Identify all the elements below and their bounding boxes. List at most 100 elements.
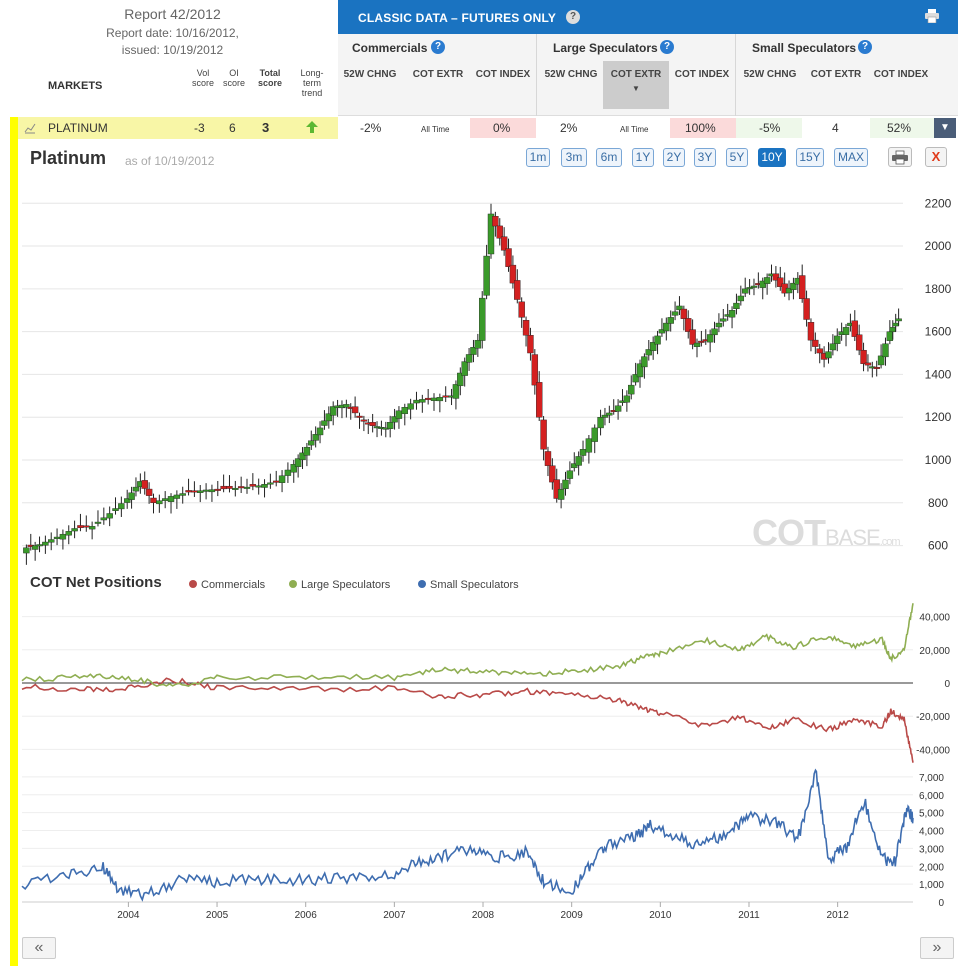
candle-body	[492, 216, 499, 227]
group-large-speculators: Large Speculators ? 52W CHNG COT EXTR ▼ …	[537, 34, 736, 116]
classic-help-icon[interactable]: ?	[566, 10, 580, 24]
close-chart-button[interactable]: X	[925, 147, 947, 167]
comm-52w-header[interactable]: 52W CHNG	[340, 68, 400, 82]
y-tick-label: -20,000	[916, 712, 950, 723]
classic-data-bar: CLASSIC DATA – FUTURES ONLY ?	[338, 0, 958, 34]
x-tick-label: 2011	[738, 910, 760, 921]
candle-body	[505, 248, 512, 267]
small-52w-value: -5%	[759, 121, 781, 135]
range-button[interactable]: MAX	[834, 148, 868, 167]
large-extr-header[interactable]: COT EXTR ▼	[603, 61, 669, 109]
large-index-header[interactable]: COT INDEX	[672, 68, 732, 82]
candle-body	[150, 497, 157, 503]
classic-data-title: CLASSIC DATA – FUTURES ONLY	[358, 11, 557, 25]
comm-index-header[interactable]: COT INDEX	[473, 68, 533, 82]
small-52w-header[interactable]: 52W CHNG	[740, 68, 800, 82]
candle-body	[395, 410, 403, 419]
total-score: 3	[262, 120, 270, 135]
series-line	[21, 768, 914, 902]
legend-small-speculators[interactable]: Small Speculators	[418, 579, 519, 591]
candle-body	[855, 334, 863, 351]
oi-score-header[interactable]: OI score	[220, 68, 248, 88]
group-title-large-speculators[interactable]: Large Speculators	[553, 41, 658, 55]
y-tick-label: 1200	[925, 410, 952, 424]
candle-body	[711, 328, 718, 336]
range-button[interactable]: 6m	[596, 148, 622, 167]
group-title-small-speculators[interactable]: Small Speculators	[752, 41, 856, 55]
print-icon[interactable]	[924, 9, 940, 23]
large-52w-header[interactable]: 52W CHNG	[541, 68, 601, 82]
x-tick-label: 2010	[649, 910, 672, 921]
small-extr-header[interactable]: COT EXTR	[806, 68, 866, 82]
legend-large-speculators[interactable]: Large Speculators	[289, 579, 390, 591]
candle-body	[220, 485, 227, 490]
candle-body	[316, 427, 324, 436]
candle-body	[88, 526, 96, 530]
price-chart[interactable]: 600 800 1000 1200 1400 1600 1800 2000 2200	[18, 180, 962, 565]
range-button[interactable]: 15Y	[796, 148, 824, 167]
range-button[interactable]: 3m	[561, 148, 587, 167]
candle-body	[23, 547, 30, 554]
markets-header[interactable]: MARKETS	[48, 80, 102, 92]
comm-extr-header[interactable]: COT EXTR	[408, 68, 468, 82]
market-name[interactable]: PLATINUM	[48, 121, 108, 135]
candle-body	[255, 485, 262, 488]
range-button[interactable]: 3Y	[694, 148, 716, 167]
vol-score-header[interactable]: Vol score	[188, 68, 218, 88]
watermark-main: COT	[752, 512, 826, 553]
group-headers: Commercials ? 52W CHNG COT EXTR COT INDE…	[338, 34, 958, 116]
candle-body	[864, 362, 872, 366]
legend-commercials[interactable]: Commercials	[189, 579, 265, 591]
candle-body	[156, 500, 163, 505]
small-index-header[interactable]: COT INDEX	[871, 68, 931, 82]
candle-body	[106, 513, 113, 519]
help-icon[interactable]: ?	[858, 40, 872, 54]
total-score-header[interactable]: Total score	[253, 68, 287, 88]
candle-body	[208, 489, 216, 493]
range-button[interactable]: 1Y	[632, 148, 654, 167]
help-icon[interactable]: ?	[660, 40, 674, 54]
candle-body	[698, 340, 705, 343]
large-extr-value: All Time	[620, 125, 649, 134]
legend-label: Commercials	[201, 579, 266, 591]
range-button[interactable]: 2Y	[663, 148, 685, 167]
legend-dot	[418, 580, 426, 588]
candle-body	[202, 489, 210, 492]
candle-body	[886, 331, 894, 341]
range-button[interactable]: 5Y	[726, 148, 748, 167]
print-chart-button[interactable]	[888, 147, 912, 167]
candle-body	[750, 285, 758, 288]
y-tick-label: 600	[928, 539, 948, 553]
help-icon[interactable]: ?	[431, 40, 445, 54]
candle-body	[562, 479, 569, 489]
range-button-active[interactable]: 10Y	[758, 148, 786, 167]
prev-button[interactable]: «	[22, 937, 56, 959]
group-title-commercials[interactable]: Commercials	[352, 41, 427, 55]
candle-body	[413, 399, 420, 404]
table-row[interactable]: PLATINUM -3 6 3	[10, 117, 338, 139]
candle-body	[312, 434, 319, 441]
cot-title: COT Net Positions	[30, 574, 162, 591]
candle-body	[474, 339, 482, 349]
candle-body	[53, 536, 61, 539]
long-term-trend-header[interactable]: Long-term trend	[295, 68, 329, 98]
candle-body	[895, 318, 902, 322]
candle-body	[243, 486, 251, 489]
candle-body	[118, 503, 125, 510]
candle-body	[514, 280, 521, 300]
candle-body	[308, 440, 315, 446]
candle-body	[671, 311, 679, 316]
next-button[interactable]: »	[920, 937, 954, 959]
range-button[interactable]: 1m	[526, 148, 550, 167]
sort-down-icon: ▼	[632, 84, 640, 93]
candle-body	[132, 486, 140, 492]
y-tick-label: 40,000	[919, 613, 950, 624]
candle-body	[267, 482, 274, 485]
row-dropdown-button[interactable]: ▼	[934, 118, 956, 138]
candle-body	[628, 384, 635, 395]
candle-body	[873, 367, 880, 369]
y-tick-label: 1800	[925, 282, 952, 296]
candle-body	[667, 317, 674, 324]
cot-chart[interactable]: -40,000 -20,000 0 20,000 40,000 0 1,000 2,000 3,…	[18, 596, 962, 931]
small-extr-value: 4	[832, 121, 839, 135]
